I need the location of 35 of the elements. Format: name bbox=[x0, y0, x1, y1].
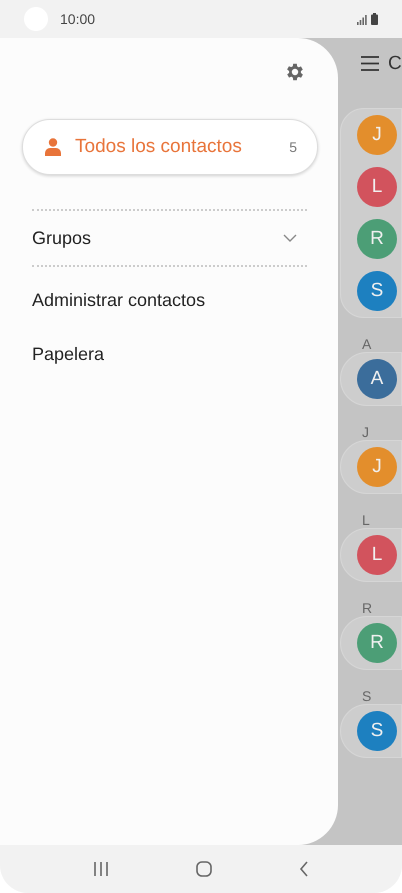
home-icon bbox=[196, 861, 212, 877]
section-letter: J bbox=[361, 423, 370, 440]
drawer-menu-item[interactable]: Papelera bbox=[22, 327, 307, 381]
contact-card[interactable]: L bbox=[340, 528, 402, 582]
contact-card[interactable]: J bbox=[340, 440, 402, 494]
contact-avatar[interactable]: R bbox=[357, 219, 397, 259]
contact-avatar[interactable]: S bbox=[357, 711, 397, 751]
clock-time: 10:00 bbox=[60, 10, 96, 28]
section-letter: R bbox=[361, 599, 374, 616]
contact-avatar[interactable]: J bbox=[357, 447, 397, 487]
contact-card[interactable]: A bbox=[340, 352, 402, 406]
chevron-icon bbox=[283, 234, 297, 242]
contact-avatar[interactable]: L bbox=[357, 535, 397, 575]
contact-card[interactable]: S bbox=[340, 704, 402, 758]
contact-avatar[interactable]: J bbox=[357, 115, 397, 155]
contact-avatar[interactable]: L bbox=[357, 167, 397, 207]
settings-icon[interactable] bbox=[284, 61, 306, 83]
menu-icon[interactable] bbox=[361, 56, 379, 71]
contact-card[interactable]: R bbox=[340, 616, 402, 670]
recent-apps-icon bbox=[93, 862, 110, 876]
all-contacts-button[interactable]: Todos los contactos 5 bbox=[22, 119, 318, 175]
screen-title: C bbox=[388, 52, 402, 76]
battery-icon bbox=[371, 13, 378, 25]
section-letter: S bbox=[361, 687, 372, 704]
section-letter: A bbox=[361, 335, 372, 352]
contact-count: 5 bbox=[289, 138, 297, 156]
contact-avatar[interactable]: R bbox=[357, 623, 397, 663]
drawer-menu-item[interactable]: Administrar contactos bbox=[22, 273, 307, 327]
person-icon bbox=[45, 138, 61, 156]
drawer-menu-item[interactable]: Grupos bbox=[22, 211, 307, 265]
signal-icon bbox=[357, 15, 367, 25]
section-letter: L bbox=[361, 511, 371, 528]
contact-avatar[interactable]: A bbox=[357, 359, 397, 399]
back-icon bbox=[298, 861, 309, 877]
contact-avatar[interactable]: S bbox=[357, 271, 397, 311]
